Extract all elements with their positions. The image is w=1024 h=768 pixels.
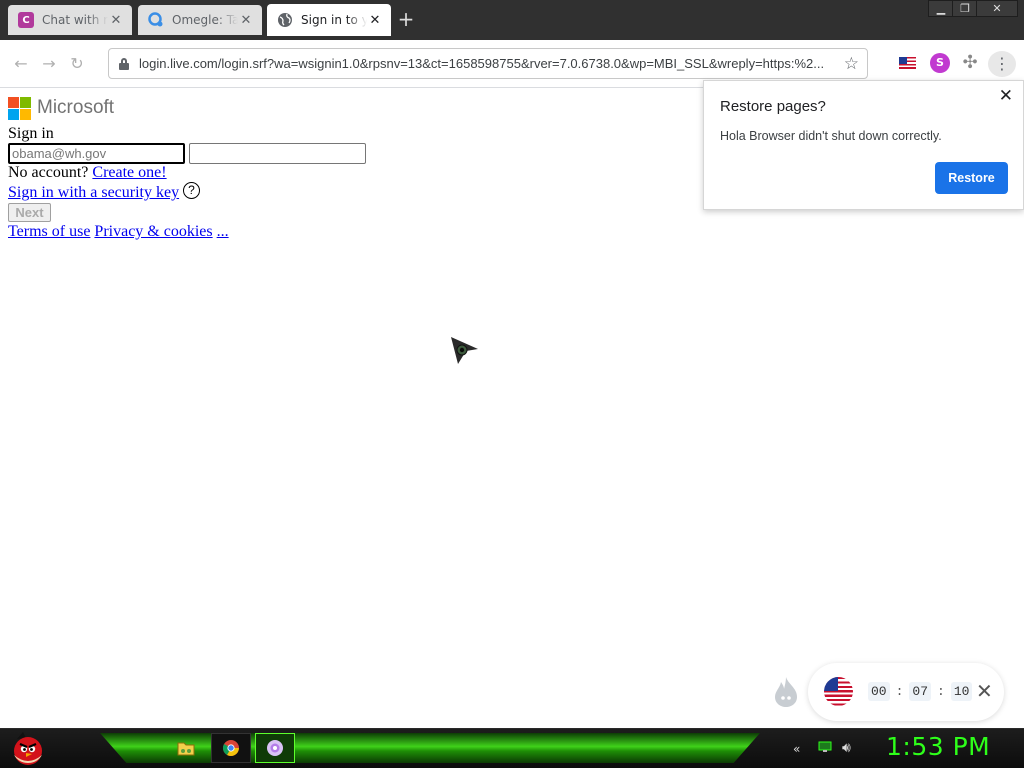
microsoft-logo-icon xyxy=(8,97,31,120)
chrome-icon xyxy=(222,740,239,757)
no-account-line: No account? Create one! xyxy=(8,164,167,182)
privacy-link[interactable]: Privacy & cookies xyxy=(94,223,212,240)
extensions-puzzle-icon[interactable]: ✣ xyxy=(960,53,980,73)
restore-window-icon[interactable]: ❐ xyxy=(952,0,978,17)
dialog-message: Hola Browser didn't shut down correctly. xyxy=(720,129,942,143)
dialog-title: Restore pages? xyxy=(720,98,826,115)
tab-strip: C Chat with r ✕ Omegle: Ta ✕ Sign in to … xyxy=(0,0,1024,40)
terms-link[interactable]: Terms of use xyxy=(8,223,90,240)
tab-close-icon[interactable]: ✕ xyxy=(108,13,124,28)
password-field[interactable] xyxy=(189,143,366,164)
timer-minutes: 07 xyxy=(909,682,932,701)
tab-omegle[interactable]: Omegle: Ta ✕ xyxy=(138,5,262,35)
eye-cursor-icon xyxy=(451,337,478,364)
footer-links: Terms of use Privacy & cookies ... xyxy=(8,223,229,241)
microsoft-wordmark: Microsoft xyxy=(37,97,115,118)
close-icon[interactable]: ✕ xyxy=(976,679,993,703)
forward-icon[interactable]: → xyxy=(40,55,58,73)
tab-title: Chat with r xyxy=(42,13,108,27)
no-account-text: No account? xyxy=(8,164,89,181)
address-bar[interactable]: login.live.com/login.srf?wa=wsignin1.0&r… xyxy=(108,48,868,79)
tab-close-icon[interactable]: ✕ xyxy=(367,13,383,28)
volume-icon[interactable]: 🔊︎ xyxy=(842,740,851,756)
us-flag-extension-icon[interactable] xyxy=(899,57,916,69)
security-key-line: Sign in with a security key xyxy=(8,184,179,202)
security-key-link[interactable]: Sign in with a security key xyxy=(8,184,179,201)
omegle-icon xyxy=(148,12,164,28)
restore-pages-dialog: Restore pages? ✕ Hola Browser didn't shu… xyxy=(703,80,1024,210)
s-extension-icon[interactable]: S xyxy=(930,53,950,73)
next-button[interactable]: Next xyxy=(8,203,51,222)
bookmark-star-icon[interactable]: ☆ xyxy=(844,54,859,74)
taskbar-chrome[interactable] xyxy=(211,733,251,763)
connection-timer: 00 : 07 : 10 xyxy=(868,682,973,701)
c-icon: C xyxy=(18,12,34,28)
tab-title: Sign in to y xyxy=(301,13,367,27)
close-icon[interactable]: ✕ xyxy=(999,86,1013,106)
minimize-icon[interactable]: ▁ xyxy=(928,0,954,17)
network-icon[interactable] xyxy=(818,741,832,756)
tab-title: Omegle: Ta xyxy=(172,13,238,27)
create-account-link[interactable]: Create one! xyxy=(92,164,166,181)
hola-flame-icon[interactable] xyxy=(773,676,799,708)
globe-icon xyxy=(277,12,293,28)
hola-timer-widget: 00 : 07 : 10 ✕ xyxy=(808,663,1004,721)
timer-separator: : xyxy=(895,684,904,699)
more-link[interactable]: ... xyxy=(217,223,229,240)
taskbar-file-manager[interactable] xyxy=(166,733,206,763)
folder-icon xyxy=(177,742,195,756)
new-tab-button[interactable]: + xyxy=(396,9,416,29)
browser-menu-icon[interactable]: ⋮ xyxy=(988,51,1016,77)
taskbar xyxy=(0,728,1024,768)
tab-signin[interactable]: Sign in to y ✕ xyxy=(267,4,391,36)
timer-seconds: 10 xyxy=(950,682,973,701)
reload-icon[interactable]: ↻ xyxy=(68,55,86,73)
sign-in-heading: Sign in xyxy=(8,125,54,142)
email-field[interactable]: obama@wh.gov xyxy=(8,143,185,164)
taskbar-clock[interactable]: 1:53 PM xyxy=(886,732,990,761)
taskbar-hola-browser[interactable] xyxy=(255,733,295,763)
tray-arrow-icon[interactable]: « xyxy=(793,742,800,756)
restore-button[interactable]: Restore xyxy=(935,162,1008,194)
hola-browser-icon xyxy=(267,740,283,756)
timer-hours: 00 xyxy=(868,682,890,701)
angry-bird-start-icon[interactable] xyxy=(9,729,47,767)
lock-icon xyxy=(119,58,129,70)
timer-separator: : xyxy=(937,684,945,699)
help-icon[interactable]: ? xyxy=(183,182,200,199)
back-icon[interactable]: ← xyxy=(12,55,30,73)
url-text[interactable]: login.live.com/login.srf?wa=wsignin1.0&r… xyxy=(139,56,839,71)
tab-chat[interactable]: C Chat with r ✕ xyxy=(8,5,132,35)
tab-close-icon[interactable]: ✕ xyxy=(238,13,254,28)
close-window-icon[interactable]: ✕ xyxy=(976,0,1018,17)
us-flag-icon[interactable] xyxy=(824,677,853,706)
